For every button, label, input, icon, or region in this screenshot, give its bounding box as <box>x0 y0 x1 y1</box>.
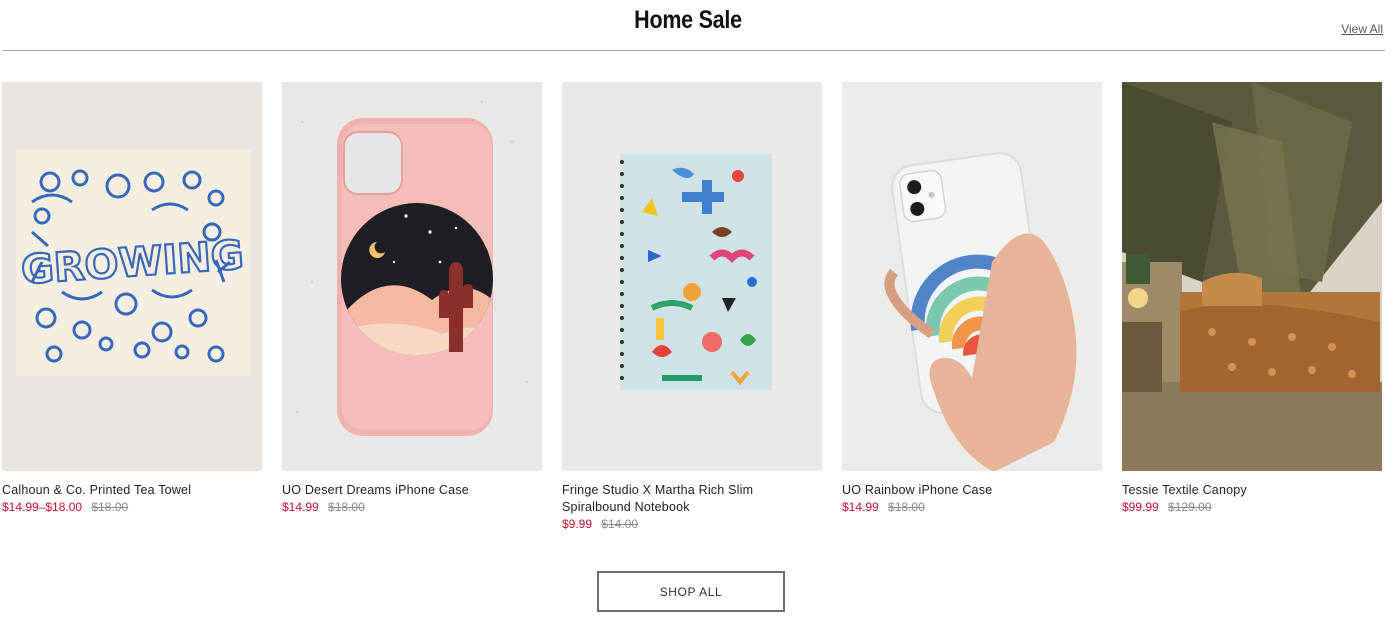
notebook-image[interactable] <box>562 82 822 471</box>
price-row: $14.99–$18.00 $18.00 <box>2 499 262 516</box>
desert-phone-case-image[interactable] <box>282 82 542 471</box>
sale-price: $14.99 <box>282 500 319 514</box>
product-name[interactable]: Calhoun & Co. Printed Tea Towel <box>2 482 262 499</box>
price-row: $9.99 $14.00 <box>562 516 822 533</box>
product-card-canopy[interactable]: Tessie Textile Canopy $99.99 $129.00 <box>1122 82 1382 533</box>
canopy-image[interactable] <box>1122 82 1382 471</box>
price-row: $99.99 $129.00 <box>1122 499 1382 516</box>
section-title: Home Sale <box>634 6 742 34</box>
sale-price: $14.99–$18.00 <box>2 500 83 514</box>
shop-all-button[interactable]: SHOP ALL <box>597 571 785 612</box>
product-name[interactable]: Tessie Textile Canopy <box>1122 482 1382 499</box>
section-divider <box>2 50 1385 51</box>
sale-price: $9.99 <box>562 517 593 531</box>
original-price: $129.00 <box>1168 500 1212 514</box>
original-price: $14.00 <box>601 517 639 531</box>
price-row: $14.99 $18.00 <box>842 499 1102 516</box>
product-card-tea-towel[interactable]: GROWING Calhoun & Co. Printed Tea Towel … <box>2 82 262 533</box>
product-card-notebook[interactable]: Fringe Studio X Martha Rich Slim Spiralb… <box>562 82 822 533</box>
price-row: $14.99 $18.00 <box>282 499 542 516</box>
original-price: $18.00 <box>888 500 925 514</box>
original-price: $18.00 <box>328 500 365 514</box>
rainbow-phone-case-image[interactable] <box>842 82 1102 471</box>
product-name[interactable]: Fringe Studio X Martha Rich Slim Spiralb… <box>562 482 822 516</box>
sale-price: $14.99 <box>842 500 879 514</box>
tea-towel-image[interactable]: GROWING <box>2 82 262 471</box>
view-all-link[interactable]: View All <box>1341 22 1383 36</box>
sale-price: $99.99 <box>1122 500 1159 514</box>
original-price: $18.00 <box>91 500 129 514</box>
product-grid: GROWING Calhoun & Co. Printed Tea Towel … <box>2 82 1382 533</box>
product-card-rainbow-phone-case[interactable]: UO Rainbow iPhone Case $14.99 $18.00 <box>842 82 1102 533</box>
product-card-desert-phone-case[interactable]: UO Desert Dreams iPhone Case $14.99 $18.… <box>282 82 542 533</box>
home-sale-section: Home Sale View All GROWING Calhoun & Co.… <box>0 0 1393 619</box>
product-name[interactable]: UO Rainbow iPhone Case <box>842 482 1102 499</box>
product-name[interactable]: UO Desert Dreams iPhone Case <box>282 482 542 499</box>
